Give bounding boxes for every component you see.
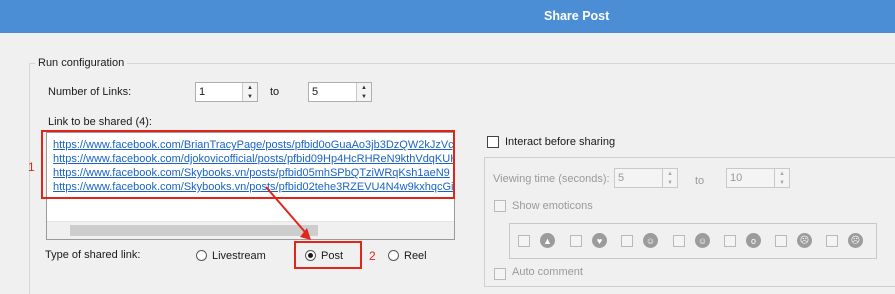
- interact-before-sharing-label: Interact before sharing: [505, 136, 616, 148]
- auto-comment-label: Auto comment: [512, 266, 583, 278]
- emoticon-panel: ▲ ♥ ☺ ☺ o ☹ ☹: [509, 223, 877, 259]
- care-icon: ☺: [643, 233, 658, 248]
- radio-livestream-label: Livestream: [212, 250, 266, 262]
- auto-comment-checkbox[interactable]: [494, 268, 506, 280]
- viewing-to-value: 10: [730, 172, 743, 184]
- viewing-to-label: to: [695, 175, 705, 187]
- emoticon-checkbox[interactable]: [724, 235, 736, 247]
- emoticon-checkbox[interactable]: [775, 235, 787, 247]
- radio-post[interactable]: [305, 250, 316, 261]
- emoticon-checkbox[interactable]: [518, 235, 530, 247]
- radio-post-label: Post: [321, 250, 344, 262]
- wow-icon: o: [746, 233, 761, 248]
- angry-icon: ☹: [848, 233, 863, 248]
- show-emoticons-checkbox[interactable]: [494, 200, 506, 212]
- emoticon-checkbox[interactable]: [673, 235, 685, 247]
- radio-livestream[interactable]: [196, 250, 207, 261]
- show-emoticons-label: Show emoticons: [512, 200, 593, 212]
- spin-down-icon[interactable]: ▼: [663, 178, 677, 187]
- emoticon-checkbox[interactable]: [621, 235, 633, 247]
- sad-icon: ☹: [797, 233, 812, 248]
- type-of-link-label: Type of shared link:: [45, 249, 141, 261]
- radio-reel[interactable]: [388, 250, 399, 261]
- viewing-from-value: 5: [618, 172, 625, 184]
- emoticon-checkbox[interactable]: [570, 235, 582, 247]
- emoticon-checkbox[interactable]: [826, 235, 838, 247]
- love-icon: ♥: [592, 233, 607, 248]
- viewing-from-spinner[interactable]: 5 ▲ ▼: [614, 168, 678, 188]
- viewing-to-spinner[interactable]: 10 ▲ ▼: [726, 168, 790, 188]
- interact-before-sharing-checkbox[interactable]: [487, 136, 499, 148]
- annotation-marker-2: 2: [369, 249, 376, 263]
- haha-icon: ☺: [695, 233, 710, 248]
- radio-reel-label: Reel: [404, 250, 427, 262]
- viewing-time-label: Viewing time (seconds):: [493, 173, 610, 185]
- spin-down-icon[interactable]: ▼: [775, 178, 789, 187]
- like-icon: ▲: [540, 233, 555, 248]
